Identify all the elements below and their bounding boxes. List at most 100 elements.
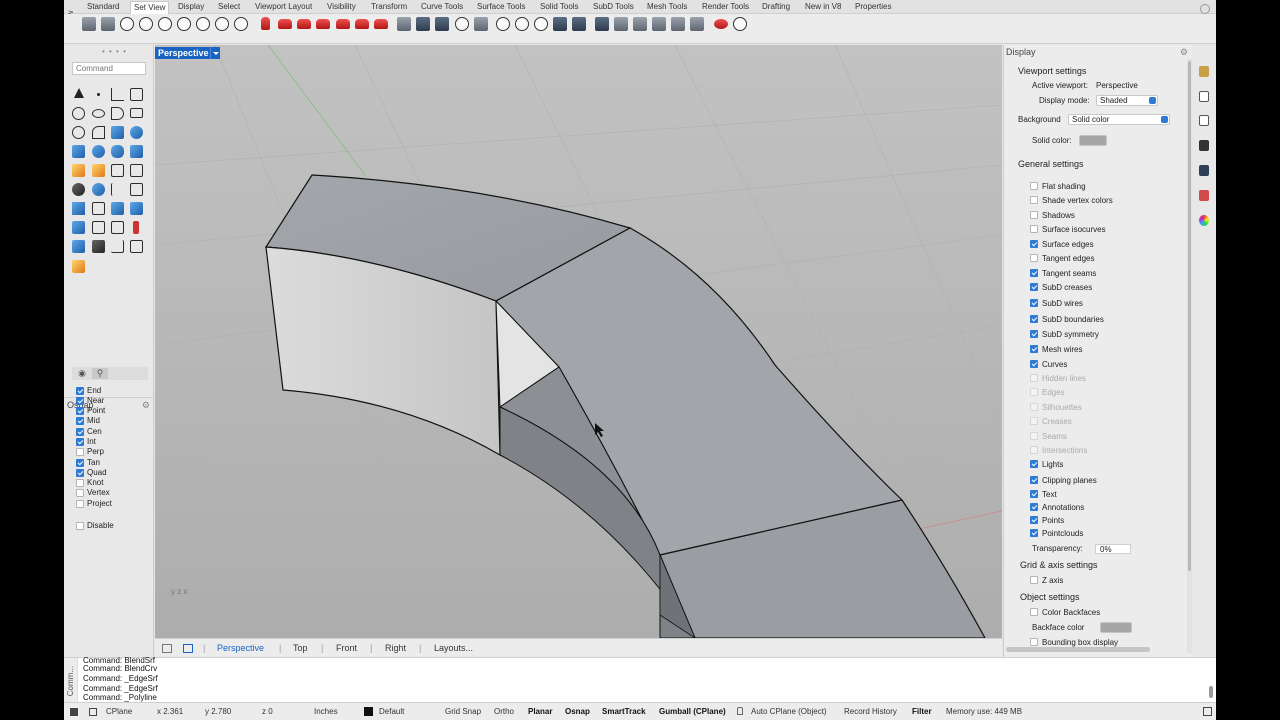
osnap-item-knot[interactable]: Knot: [76, 478, 146, 488]
extrude-icon[interactable]: [130, 145, 143, 158]
grid-view-icon[interactable]: [162, 644, 172, 653]
tab-render-tools[interactable]: Render Tools: [702, 2, 749, 11]
trim-icon[interactable]: [130, 183, 143, 196]
tab-front[interactable]: Front: [336, 643, 357, 653]
osnap-item-vertex[interactable]: Vertex: [76, 488, 146, 498]
tab-properties[interactable]: Properties: [855, 2, 891, 11]
tab-standard[interactable]: Standard: [87, 2, 119, 11]
osnap-disable-checkbox[interactable]: [76, 522, 84, 530]
split-icon[interactable]: [130, 164, 143, 177]
monitor-icon[interactable]: [435, 17, 449, 31]
car-top-view-icon[interactable]: [278, 19, 292, 29]
background-select[interactable]: Solid color: [1068, 114, 1170, 125]
general-setting-checkbox[interactable]: [1030, 254, 1038, 262]
layer-list-icon[interactable]: [1199, 115, 1209, 126]
grid-snap-toggle[interactable]: Grid Snap: [445, 707, 481, 716]
dimension-icon[interactable]: [92, 221, 105, 234]
viewport-canvas[interactable]: [155, 45, 1002, 638]
select-arrow-icon[interactable]: [74, 88, 84, 98]
display-monitor-icon[interactable]: [1199, 165, 1209, 176]
rotate-view-icon[interactable]: [101, 17, 115, 31]
display-gear-icon[interactable]: ⚙: [1180, 47, 1188, 58]
point-icon[interactable]: [97, 93, 100, 96]
ellipse-icon[interactable]: [92, 109, 105, 118]
general-setting-checkbox[interactable]: [1030, 299, 1038, 307]
mesh-icon[interactable]: [111, 164, 124, 177]
osnap-checkbox[interactable]: [76, 500, 84, 508]
general-setting-checkbox[interactable]: [1030, 476, 1038, 484]
car-right-view-icon[interactable]: [316, 19, 330, 29]
general-setting-checkbox[interactable]: [1030, 516, 1038, 524]
car-left-view-icon[interactable]: [355, 19, 369, 29]
tab-drafting[interactable]: Drafting: [762, 2, 790, 11]
tab-new-in-v8[interactable]: New in V8: [805, 2, 841, 11]
tab-transform[interactable]: Transform: [371, 2, 407, 11]
osnap-checkbox[interactable]: [76, 448, 84, 456]
screenshot-camera-icon[interactable]: [416, 17, 430, 31]
target-icon[interactable]: [496, 17, 510, 31]
plane-view-2-icon[interactable]: [614, 17, 628, 31]
scale-icon[interactable]: [92, 202, 105, 215]
zoom-target-icon[interactable]: [215, 17, 229, 31]
osnap-toggle[interactable]: Osnap: [565, 707, 590, 716]
check-icon[interactable]: [111, 240, 124, 253]
box-icon[interactable]: [72, 145, 85, 158]
sphere-icon[interactable]: [92, 145, 105, 158]
plane-view-1-icon[interactable]: [595, 17, 609, 31]
car-perspective-view-icon[interactable]: [374, 19, 388, 29]
boolean-icon[interactable]: [72, 183, 85, 196]
layer-color-swatch[interactable]: [364, 707, 373, 716]
subd-icon[interactable]: [72, 164, 85, 177]
general-setting-checkbox[interactable]: [1030, 460, 1038, 468]
bounding-box-checkbox[interactable]: [1030, 638, 1038, 646]
plane-view-6-icon[interactable]: [690, 17, 704, 31]
surface-icon[interactable]: [111, 126, 124, 139]
zoom-lens-icon[interactable]: [534, 17, 548, 31]
single-view-icon[interactable]: [183, 644, 193, 653]
osnap-item-near[interactable]: Near: [76, 396, 146, 406]
display-mode-select[interactable]: Shaded: [1096, 95, 1158, 106]
perspective-viewport[interactable]: Perspective y z x: [155, 45, 1002, 638]
osnap-checkbox[interactable]: [76, 407, 84, 415]
general-setting-checkbox[interactable]: [1030, 529, 1038, 537]
status-cplane[interactable]: CPlane: [106, 707, 132, 716]
properties-brush-icon[interactable]: [1199, 66, 1209, 77]
layout-toggle-icon[interactable]: [89, 708, 97, 716]
circle-icon[interactable]: [72, 107, 85, 120]
tab-select[interactable]: Select: [218, 2, 240, 11]
general-setting-checkbox[interactable]: [1030, 225, 1038, 233]
sun-icon[interactable]: [714, 19, 728, 29]
osnap-checkbox[interactable]: [76, 469, 84, 477]
tab-layouts[interactable]: Layouts...: [434, 643, 473, 653]
group-icon[interactable]: [92, 183, 105, 196]
osnap-item-point[interactable]: Point: [76, 406, 146, 416]
tab-surface-tools[interactable]: Surface Tools: [477, 2, 525, 11]
analyze-icon[interactable]: [130, 240, 143, 253]
viewport-menu-chevron-icon[interactable]: [210, 47, 220, 59]
pan-hand-icon[interactable]: [82, 17, 96, 31]
car-back-view-icon[interactable]: [336, 19, 350, 29]
viewport-title[interactable]: Perspective: [155, 47, 212, 59]
smarttrack-toggle[interactable]: SmartTrack: [602, 707, 646, 716]
tab-set-view[interactable]: Set View: [130, 1, 170, 14]
toolbar-close-icon[interactable]: [1200, 4, 1210, 14]
backface-color-swatch[interactable]: [1100, 622, 1132, 633]
cube-view-icon[interactable]: [553, 17, 567, 31]
pin-icon[interactable]: [133, 221, 139, 234]
zoom-selected-icon[interactable]: [158, 17, 172, 31]
tab-top[interactable]: Top: [293, 643, 308, 653]
curve-cv-icon[interactable]: [130, 88, 143, 101]
cube-wire-icon[interactable]: [572, 17, 586, 31]
plane-view-4-icon[interactable]: [652, 17, 666, 31]
general-setting-checkbox[interactable]: [1030, 269, 1038, 277]
sphere-outline-icon[interactable]: [72, 126, 85, 139]
general-setting-checkbox[interactable]: [1030, 182, 1038, 190]
planar-toggle[interactable]: Planar: [528, 707, 552, 716]
status-layer[interactable]: Default: [379, 707, 404, 716]
gumball-tool-icon[interactable]: [92, 240, 105, 253]
undo-view-icon[interactable]: [196, 17, 210, 31]
cube-tool-icon[interactable]: [72, 240, 85, 253]
zoom-scale-icon[interactable]: [234, 17, 248, 31]
tab-display[interactable]: Display: [178, 2, 204, 11]
command-input[interactable]: [72, 62, 146, 75]
